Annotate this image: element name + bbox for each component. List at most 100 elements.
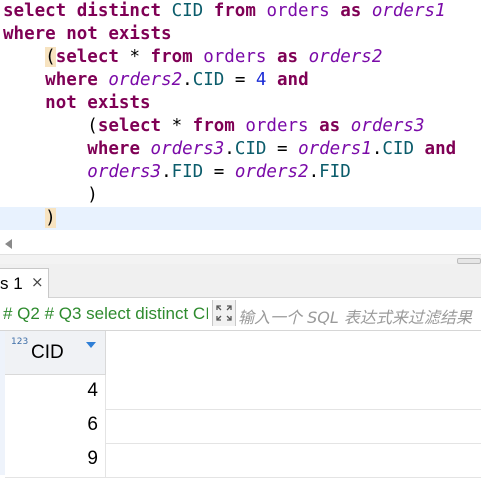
code-token: orders [245,116,309,136]
code-token: orders3 [87,162,162,182]
cell-value: 6 [87,414,98,435]
code-token: CID [234,139,267,159]
table-row[interactable]: 4 [5,375,481,410]
scroll-left-arrow-icon[interactable] [5,239,12,249]
code-token: orders2 [234,162,309,182]
code-line[interactable]: where orders3.CID = orders1.CID and [3,138,456,161]
editor-horizontal-scrollbar[interactable] [0,234,481,254]
code-token: where [45,70,98,90]
code-token: ( [45,47,56,67]
code-token: orders [203,47,267,67]
sort-arrow-icon[interactable] [86,342,96,348]
table-cell[interactable]: 4 [5,375,106,409]
column-header-label: CID [31,342,64,363]
code-line[interactable]: ) [3,207,456,230]
code-token: . [161,162,172,182]
code-token: and [277,70,309,90]
code-token: ) [45,208,56,228]
code-token: where not exists [3,24,172,44]
code-line[interactable]: (select * from orders as orders3 [3,115,456,138]
results-tab-label: s 1 [0,274,23,293]
code-token: = [266,139,299,159]
cell-value: 4 [87,380,98,401]
table-cell[interactable]: 9 [5,443,106,477]
code-token: orders2 [108,70,183,90]
code-token: orders3 [350,116,425,136]
code-token: and [424,139,457,159]
code-token: ( [3,116,98,136]
sql-code[interactable]: select distinct CID from orders as order… [3,0,456,230]
results-grid: 123 CID 4 6 9 [0,331,481,478]
code-line[interactable]: not exists [3,92,456,115]
code-line[interactable]: orders3.FID = orders2.FID [3,161,456,184]
code-token: where [87,139,140,159]
code-token: CID [171,1,204,21]
sql-editor[interactable]: select distinct CID from orders as order… [0,0,481,234]
code-token: select distinct [3,1,172,21]
code-token: * [118,47,151,67]
code-token: select [55,47,119,67]
code-line[interactable]: select distinct CID from orders as order… [3,0,456,23]
code-token: CID [192,70,225,90]
numeric-type-icon: 123 [11,337,29,347]
expand-filter-button[interactable] [212,300,236,326]
code-token: = [203,162,235,182]
code-token: ) [3,185,98,205]
table-row[interactable]: 9 [5,443,481,478]
code-line[interactable]: (select * from orders as orders2 [3,46,456,69]
code-token: as [319,116,341,136]
filter-bar: # Q2 # Q3 select distinct CID 输入一个 SQL 表… [0,298,481,331]
code-token: as [340,1,362,21]
code-token: orders1 [371,1,446,21]
code-token: FID [319,162,351,182]
table-cell[interactable]: 6 [5,409,106,443]
code-line[interactable]: ) [3,184,456,207]
code-token: orders3 [150,139,225,159]
code-token: not exists [45,93,151,113]
expand-icon [216,305,232,321]
code-token: from [150,47,193,67]
table-row[interactable]: 6 [5,409,481,444]
code-token: * [161,116,193,136]
code-token: = [224,70,256,90]
code-token: . [308,162,320,182]
code-token: from [213,1,256,21]
code-token: orders2 [308,47,383,67]
close-icon[interactable]: × [31,273,44,291]
code-token: . [224,139,235,159]
code-token: CID [382,139,414,159]
code-token: . [371,139,383,159]
code-token: orders [266,1,330,21]
results-tab[interactable]: s 1 × [0,268,49,298]
results-tab-bar: s 1 × [0,264,481,298]
code-line[interactable]: where not exists [3,23,456,46]
cell-value: 9 [87,448,98,469]
column-header-cid[interactable]: 123 CID [5,331,106,375]
code-line[interactable]: where orders2.CID = 4 and [3,69,456,92]
code-token: 4 [255,70,267,90]
code-token: as [277,47,299,67]
code-token: select [97,116,162,136]
code-token: FID [171,162,204,182]
code-token: orders1 [298,139,372,159]
filter-input[interactable]: 输入一个 SQL 表达式来过滤结果 [238,304,481,328]
code-token: . [182,70,193,90]
query-text-label: # Q2 # Q3 select distinct CID [3,304,208,323]
